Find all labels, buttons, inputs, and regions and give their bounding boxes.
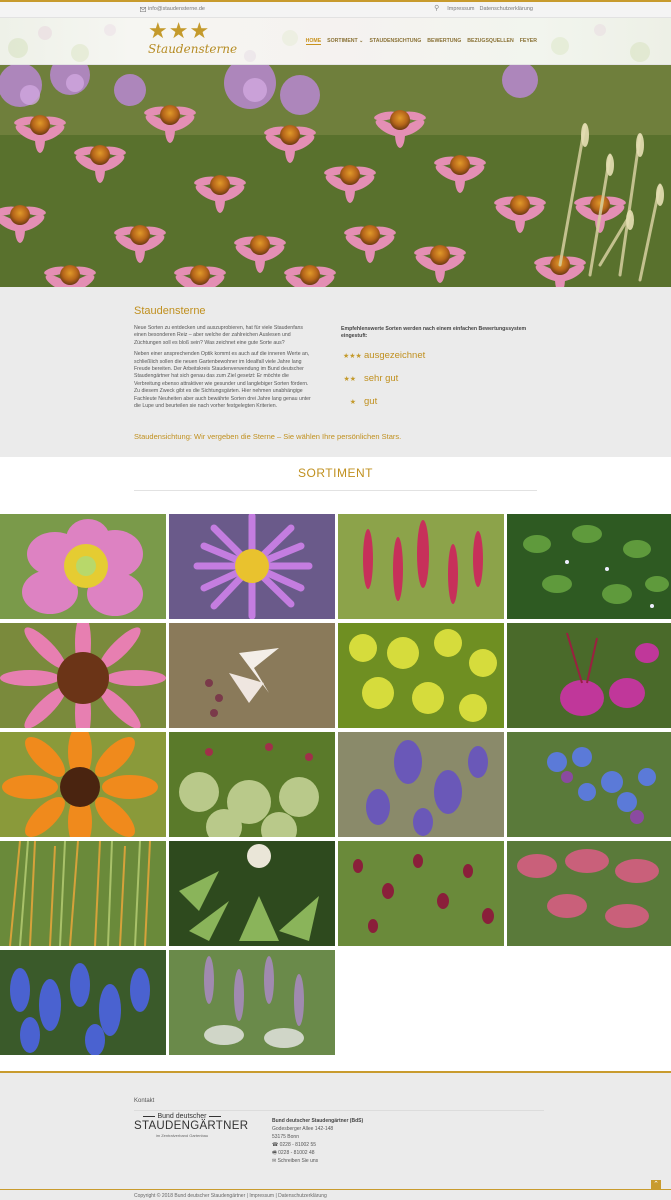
intro-section: Staudensterne Neue Sorten zu entdecken u… — [0, 287, 671, 457]
hero-image — [0, 65, 671, 287]
plant-tile-sanguisorba[interactable] — [338, 841, 504, 946]
plant-tile-veronica[interactable] — [0, 950, 166, 1055]
contact-email-link[interactable]: ✉ Schreiben Sie uns — [272, 1158, 363, 1166]
bds-logo[interactable]: Bund deutscher STAUDENGÄRTNER im Zentral… — [134, 1113, 249, 1138]
intro-paragraph-1: Neue Sorten zu entdecken und auszuprobie… — [134, 325, 303, 346]
logo-stars: ★★★ — [148, 18, 211, 43]
site-logo[interactable]: ★★★ Staudensterne — [148, 18, 238, 62]
plant-tile-epimedium[interactable] — [169, 623, 335, 728]
search-icon[interactable]: ⚲ — [434, 5, 439, 12]
plant-tile-nepeta[interactable] — [338, 732, 504, 837]
nav-bezugsquellen[interactable]: BEZUGSQUELLEN — [467, 38, 513, 45]
divider — [134, 1110, 544, 1111]
site-header: ★★★ Staudensterne HOME SORTIMENT ⌄ STAUD… — [0, 18, 671, 65]
plant-tile-anemone[interactable] — [0, 514, 166, 619]
logo-line-3: im Zentralverband Gartenbau — [155, 1133, 209, 1138]
logo-line-1: Bund deutscher — [157, 1113, 207, 1120]
plant-tile-veronicastrum[interactable] — [169, 950, 335, 1055]
plant-tile-pulmonaria[interactable] — [507, 732, 671, 837]
footer-bottom-bar: Copyright © 2018 Bund deutscher Staudeng… — [0, 1189, 671, 1200]
copyright: Copyright © 2018 Bund deutscher Staudeng… — [134, 1193, 327, 1199]
footer: Kontakt Bund deutscher STAUDENGÄRTNER im… — [0, 1071, 671, 1200]
envelope-icon — [140, 6, 146, 12]
intro-slogan[interactable]: Staudensichtung: Wir vergeben die Sterne… — [134, 432, 401, 441]
rating-label: ausgezeichnet — [364, 350, 426, 361]
intro-text: Neue Sorten zu entdecken und auszuprobie… — [134, 325, 312, 414]
datenschutz-link[interactable]: Datenschutzerklärung — [479, 6, 533, 12]
impressum-link[interactable]: Impressum — [447, 6, 474, 12]
footer-kontakt-heading: Kontakt — [134, 1098, 155, 1104]
rating-row-1: ★ gut — [343, 396, 378, 407]
logo-line-2: STAUDENGÄRTNER — [134, 1120, 249, 1132]
rating-stars-icon: ★★★ — [343, 352, 362, 360]
plant-tile-persicaria[interactable] — [338, 514, 504, 619]
plant-tile-calamintha[interactable] — [507, 514, 671, 619]
plant-tile-heuchera[interactable] — [169, 732, 335, 837]
logo-name: Staudensterne — [148, 42, 238, 56]
fax: 🖷 0228 - 81002 48 — [272, 1149, 315, 1156]
hero-flowers-illustration — [0, 65, 671, 287]
nav-bewertung[interactable]: BEWERTUNG — [427, 38, 461, 45]
plant-tile-helenium[interactable] — [0, 732, 166, 837]
top-bar: info@staudensterne.de ⚲ Impressum Datens… — [0, 0, 671, 18]
plant-tile-grass[interactable] — [0, 841, 166, 946]
rating-row-2: ★★ sehr gut — [343, 373, 398, 384]
footer-address: Bund deutscher Staudengärtner (BdS) Gode… — [272, 1118, 363, 1165]
rating-label: gut — [364, 396, 378, 407]
nav-feyer[interactable]: FEYER — [520, 38, 537, 45]
intro-paragraph-2: Neben einer ansprechenden Optik kommt es… — [134, 351, 311, 410]
phone: ☎ 0228 - 81002 55 — [272, 1141, 317, 1148]
org-name: Bund deutscher Staudengärtner (BdS) — [272, 1118, 364, 1124]
plant-tile-sedum[interactable] — [507, 841, 671, 946]
rating-stars-icon: ★★ — [343, 375, 356, 383]
plant-tile-geranium[interactable] — [507, 623, 671, 728]
nav-home[interactable]: HOME — [305, 38, 322, 45]
plant-tile-rodgersia[interactable] — [169, 841, 335, 946]
sortiment-title: SORTIMENT — [298, 466, 373, 480]
main-nav: HOME SORTIMENT ⌄ STAUDENSICHTUNG BEWERTU… — [305, 38, 537, 45]
street: Godesberger Allee 142-148 — [272, 1125, 334, 1132]
nav-staudensichtung[interactable]: STAUDENSICHTUNG — [370, 38, 422, 45]
rating-row-3: ★★★ ausgezeichnet — [343, 350, 425, 361]
nav-sortiment[interactable]: SORTIMENT ⌄ — [327, 38, 363, 45]
plant-tile-euphorbia[interactable] — [338, 623, 504, 728]
rating-label: sehr gut — [364, 373, 399, 384]
plant-tile-echinacea[interactable] — [0, 623, 166, 728]
intro-title: Staudensterne — [134, 305, 206, 317]
rating-intro: Empfehlenswerte Sorten werden nach einem… — [341, 326, 527, 340]
city: 53175 Bonn — [272, 1133, 299, 1140]
email-link[interactable]: info@staudensterne.de — [140, 6, 205, 12]
rating-stars-icon: ★ — [349, 398, 356, 406]
plant-tile-aster[interactable] — [169, 514, 335, 619]
divider — [134, 490, 537, 491]
email-text: info@staudensterne.de — [148, 6, 205, 12]
